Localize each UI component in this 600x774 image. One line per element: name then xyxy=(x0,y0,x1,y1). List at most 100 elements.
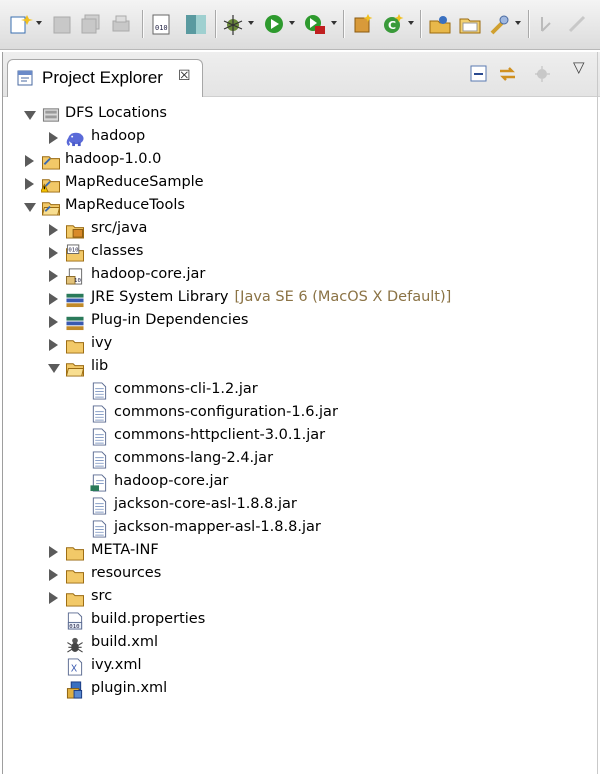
tree-item-label: MapReduceTools xyxy=(65,197,185,213)
tree-item[interactable]: 10 hadoop-core.jar xyxy=(3,265,599,287)
tree-item[interactable]: resources xyxy=(3,564,599,586)
open-type-icon[interactable] xyxy=(428,13,452,35)
collapsed-arrow-icon[interactable] xyxy=(49,339,58,351)
tree-item-label: commons-httpclient-3.0.1.jar xyxy=(114,427,326,443)
tree-item[interactable]: plugin.xml xyxy=(3,679,599,701)
tree-item[interactable]: hadoop xyxy=(3,127,599,149)
binary-view-icon[interactable]: 010 xyxy=(150,13,172,35)
tree-item[interactable]: JRE System Library [Java SE 6 (MacOS X De… xyxy=(3,288,599,310)
tree-item[interactable]: commons-httpclient-3.0.1.jar xyxy=(3,426,599,448)
tree-item-label: resources xyxy=(91,565,162,581)
perspective-icon[interactable] xyxy=(184,13,208,35)
tree-item[interactable]: 010 build.properties xyxy=(3,610,599,632)
expanded-arrow-icon[interactable] xyxy=(48,364,60,373)
tree-item[interactable]: 010 classes xyxy=(3,242,599,264)
tree-item-label: hadoop-core.jar xyxy=(114,473,229,489)
new-java-class-icon[interactable]: C xyxy=(382,13,404,35)
tree-item[interactable]: jackson-mapper-asl-1.8.8.jar xyxy=(3,518,599,540)
tree-item[interactable]: build.xml xyxy=(3,633,599,655)
collapsed-arrow-icon[interactable] xyxy=(49,569,58,581)
file-icon xyxy=(92,451,107,469)
tree-item[interactable]: DFS Locations xyxy=(3,104,599,126)
svg-text:10: 10 xyxy=(74,278,81,284)
tree-item-label: build.properties xyxy=(91,611,206,627)
project-folder-icon xyxy=(42,156,60,170)
tree-item[interactable]: jackson-core-asl-1.8.8.jar xyxy=(3,495,599,517)
tree-item-label: META-INF xyxy=(91,542,159,558)
jar-icon: 10 xyxy=(66,268,83,285)
collapsed-arrow-icon[interactable] xyxy=(49,592,58,604)
tree-item[interactable]: Xivy.xml xyxy=(3,656,599,678)
tree-item-label: plugin.xml xyxy=(91,680,168,696)
tree-item[interactable]: META-INF xyxy=(3,541,599,563)
collapsed-arrow-icon[interactable] xyxy=(49,546,58,558)
previous-annotation-icon[interactable] xyxy=(566,13,588,35)
tree-item-label: jackson-mapper-asl-1.8.8.jar xyxy=(114,519,321,535)
tree-item[interactable]: commons-cli-1.2.jar xyxy=(3,380,599,402)
xml-file-icon: X xyxy=(67,658,83,676)
collapsed-arrow-icon[interactable] xyxy=(25,178,34,190)
project-explorer-icon xyxy=(17,70,33,86)
tree-item[interactable]: commons-lang-2.4.jar xyxy=(3,449,599,471)
main-toolbar: 010 C xyxy=(0,0,600,50)
run-icon[interactable] xyxy=(263,13,285,35)
new-wizard-icon[interactable] xyxy=(8,13,34,35)
print-icon[interactable] xyxy=(110,13,132,35)
tab-title: Project Explorer xyxy=(42,68,163,87)
expanded-arrow-icon[interactable] xyxy=(24,203,36,212)
close-icon[interactable]: ☒ xyxy=(178,68,191,84)
tree-item[interactable]: src xyxy=(3,587,599,609)
tree-item[interactable]: src/java xyxy=(3,219,599,241)
tree-item-label: ivy.xml xyxy=(91,657,142,673)
debug-icon[interactable] xyxy=(222,13,244,35)
tree-item[interactable]: commons-configuration-1.6.jar xyxy=(3,403,599,425)
tree-item-label: lib xyxy=(91,358,109,374)
tree-item[interactable]: lib xyxy=(3,357,599,379)
svg-text:C: C xyxy=(388,19,396,32)
collapsed-arrow-icon[interactable] xyxy=(49,293,58,305)
folder-icon xyxy=(66,547,84,561)
collapsed-arrow-icon[interactable] xyxy=(49,224,58,236)
plugin-file-icon xyxy=(66,681,83,699)
next-annotation-icon[interactable] xyxy=(536,13,558,35)
tree-item[interactable]: Plug-in Dependencies xyxy=(3,311,599,333)
link-with-editor-icon[interactable] xyxy=(497,64,519,84)
collapse-all-icon[interactable] xyxy=(469,64,489,84)
file-icon xyxy=(92,405,107,423)
tree-item[interactable]: MapReduceSample xyxy=(3,173,599,195)
tree-item[interactable]: hadoop-core.jar xyxy=(3,472,599,494)
save-all-icon[interactable] xyxy=(80,13,102,35)
open-folder-icon[interactable] xyxy=(458,13,482,35)
external-tools-icon[interactable] xyxy=(303,13,327,35)
tree-item-label: DFS Locations xyxy=(65,105,167,121)
tab-project-explorer[interactable]: Project Explorer ☒ xyxy=(7,59,203,97)
tree-item-label: commons-configuration-1.6.jar xyxy=(114,404,338,420)
collapsed-arrow-icon[interactable] xyxy=(49,132,58,144)
tree-item-label: src xyxy=(91,588,113,604)
tree-item[interactable]: MapReduceTools xyxy=(3,196,599,218)
project-warning-icon xyxy=(41,179,60,193)
expanded-arrow-icon[interactable] xyxy=(24,111,36,120)
tree-item[interactable]: hadoop-1.0.0 xyxy=(3,150,599,172)
svg-text:010: 010 xyxy=(155,24,168,32)
tree-item-label: Plug-in Dependencies xyxy=(91,312,249,328)
search-pin-icon[interactable] xyxy=(488,13,512,35)
file-icon xyxy=(92,497,107,515)
tree-item-label: classes xyxy=(91,243,144,259)
focus-on-active-task-icon[interactable] xyxy=(533,64,553,84)
hadoop-elephant-icon xyxy=(66,132,84,147)
view-right-border xyxy=(597,52,598,774)
ant-file-icon xyxy=(67,637,83,653)
collapsed-arrow-icon[interactable] xyxy=(25,155,34,167)
tree-item[interactable]: ivy xyxy=(3,334,599,356)
collapsed-arrow-icon[interactable] xyxy=(49,316,58,328)
file-icon xyxy=(92,382,107,400)
view-menu-icon[interactable]: ▽ xyxy=(573,58,585,76)
dfs-locations-icon xyxy=(42,108,60,122)
source-folder-icon xyxy=(66,225,84,239)
new-java-package-icon[interactable] xyxy=(352,13,374,35)
save-icon[interactable] xyxy=(52,13,72,35)
collapsed-arrow-icon[interactable] xyxy=(49,247,58,259)
collapsed-arrow-icon[interactable] xyxy=(49,270,58,282)
svg-text:010: 010 xyxy=(68,248,79,254)
